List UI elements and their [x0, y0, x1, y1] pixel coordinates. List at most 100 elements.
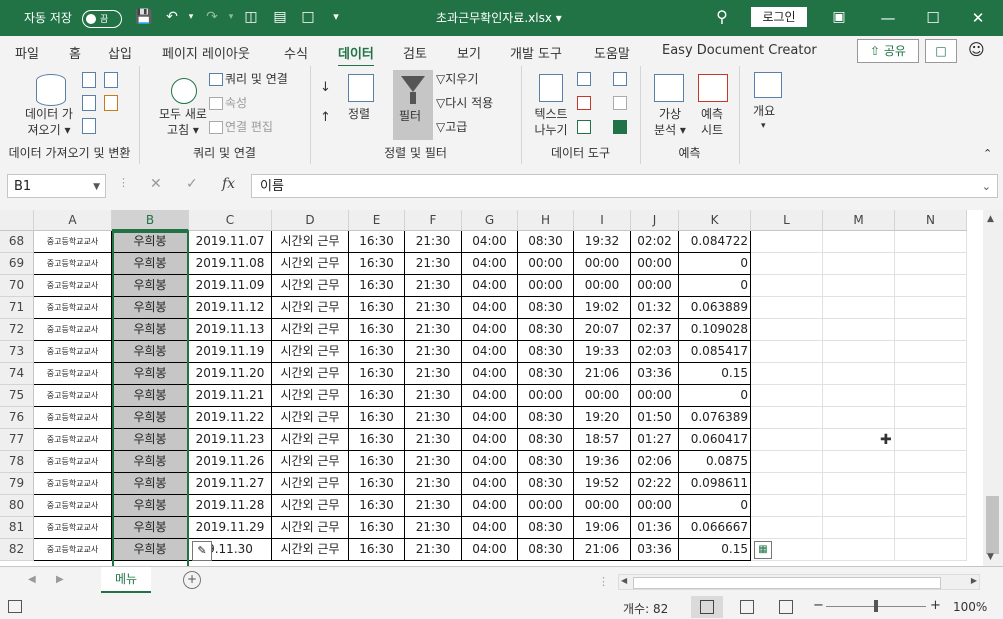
cell-c[interactable]: 2019.11.29	[189, 517, 272, 539]
row-header[interactable]: 69	[0, 253, 34, 275]
maximize-icon[interactable]: ☐	[913, 4, 953, 32]
cell-d[interactable]: 시간외 근무	[272, 539, 349, 561]
cell-e[interactable]: 16:30	[349, 253, 405, 275]
cell-i[interactable]: 00:00	[574, 385, 631, 407]
cell-b[interactable]: 우희봉	[112, 363, 189, 385]
cell-g[interactable]: 04:00	[462, 539, 518, 561]
customize-quick-access-icon[interactable]: ▾	[327, 8, 345, 26]
cell-j[interactable]: 01:32	[631, 297, 679, 319]
cell-d[interactable]: 시간외 근무	[272, 253, 349, 275]
cell-d[interactable]: 시간외 근무	[272, 363, 349, 385]
cell-c[interactable]: 2019.11.26	[189, 451, 272, 473]
insert-function-icon[interactable]: fx	[222, 176, 235, 192]
column-header-l[interactable]: L	[751, 210, 823, 231]
cell-j[interactable]: 03:36	[631, 539, 679, 561]
empty-cell[interactable]	[895, 363, 967, 385]
cell-b[interactable]: 우희봉	[112, 451, 189, 473]
cell-c[interactable]: 2019.11.09	[189, 275, 272, 297]
from-web-icon[interactable]	[104, 72, 118, 88]
quick-analysis-icon[interactable]: ▦	[754, 541, 772, 559]
tab-easy-document-creator[interactable]: Easy Document Creator	[662, 43, 817, 58]
cell-c[interactable]: 2019.11.23	[189, 429, 272, 451]
cell-e[interactable]: 16:30	[349, 319, 405, 341]
cell-i[interactable]: 19:32	[574, 231, 631, 253]
empty-cell[interactable]	[823, 363, 895, 385]
cell-h[interactable]: 00:00	[518, 253, 574, 275]
cell-g[interactable]: 04:00	[462, 385, 518, 407]
get-data-button[interactable]: 데이터 가 져오기 ▾	[14, 106, 84, 138]
feedback-smiley-icon[interactable]: ☺	[968, 40, 985, 59]
sort-descending-icon[interactable]: ↑	[320, 110, 331, 126]
cell-b[interactable]: 우희봉	[112, 385, 189, 407]
cell-e[interactable]: 16:30	[349, 341, 405, 363]
cell-h[interactable]: 08:30	[518, 517, 574, 539]
empty-cell[interactable]	[751, 275, 823, 297]
empty-cell[interactable]	[751, 253, 823, 275]
reapply-button[interactable]: ▽다시 적용	[436, 95, 493, 111]
zoom-level[interactable]: 100%	[953, 600, 987, 614]
undo-icon[interactable]: ↶	[163, 8, 181, 26]
data-model-icon[interactable]	[613, 120, 627, 134]
empty-cell[interactable]	[895, 495, 967, 517]
collapse-ribbon-icon[interactable]: ⌃	[983, 146, 992, 162]
row-header[interactable]: 75	[0, 385, 34, 407]
queries-connections-button[interactable]: 쿼리 및 연결	[225, 71, 288, 87]
empty-cell[interactable]	[751, 319, 823, 341]
row-header[interactable]: 78	[0, 451, 34, 473]
empty-cell[interactable]	[895, 253, 967, 275]
page-break-view-icon[interactable]	[779, 600, 793, 614]
cell-c[interactable]: 2019.11.28	[189, 495, 272, 517]
cell-g[interactable]: 04:00	[462, 275, 518, 297]
empty-cell[interactable]	[823, 253, 895, 275]
cell-g[interactable]: 04:00	[462, 231, 518, 253]
cell-i[interactable]: 00:00	[574, 275, 631, 297]
autosave-toggle[interactable]: 끔	[82, 10, 122, 28]
cell-i[interactable]: 00:00	[574, 253, 631, 275]
outline-button[interactable]: 개요	[753, 103, 775, 119]
redo-dropdown-icon[interactable]: ▾	[222, 8, 240, 26]
minimize-icon[interactable]: —	[868, 4, 908, 32]
clear-button[interactable]: ▽지우기	[436, 71, 478, 87]
zoom-out-icon[interactable]: −	[813, 598, 824, 613]
row-header[interactable]: 68	[0, 231, 34, 253]
what-if-analysis-button[interactable]: 가상 분석 ▾	[648, 106, 692, 138]
scroll-up-icon[interactable]: ▲	[987, 214, 994, 224]
cell-d[interactable]: 시간외 근무	[272, 495, 349, 517]
column-header-f[interactable]: F	[405, 210, 462, 231]
cell-a[interactable]: 중고등학교교사	[34, 275, 112, 297]
column-header-j[interactable]: J	[631, 210, 679, 231]
cell-c[interactable]: 2019.11.21	[189, 385, 272, 407]
cell-j[interactable]: 02:22	[631, 473, 679, 495]
cell-f[interactable]: 21:30	[405, 341, 462, 363]
empty-cell[interactable]	[823, 451, 895, 473]
cell-h[interactable]: 08:30	[518, 407, 574, 429]
recent-sources-icon[interactable]	[104, 95, 118, 111]
cell-i[interactable]: 19:52	[574, 473, 631, 495]
cell-k[interactable]: 0.076389	[679, 407, 751, 429]
empty-cell[interactable]	[751, 363, 823, 385]
cell-b[interactable]: 우희봉	[112, 495, 189, 517]
cell-b[interactable]: 우희봉	[112, 429, 189, 451]
cell-h[interactable]: 08:30	[518, 429, 574, 451]
column-header-i[interactable]: I	[574, 210, 631, 231]
column-header-m[interactable]: M	[823, 210, 895, 231]
column-header-d[interactable]: D	[272, 210, 349, 231]
cell-g[interactable]: 04:00	[462, 297, 518, 319]
column-header-h[interactable]: H	[518, 210, 574, 231]
flash-fill-icon[interactable]	[577, 72, 591, 86]
cell-f[interactable]: 21:30	[405, 451, 462, 473]
sort-ascending-icon[interactable]: ↓	[320, 80, 331, 96]
row-header[interactable]: 81	[0, 517, 34, 539]
cell-b[interactable]: 우희봉	[112, 517, 189, 539]
login-button[interactable]: 로그인	[751, 7, 807, 27]
cell-i[interactable]: 00:00	[574, 495, 631, 517]
cell-i[interactable]: 19:33	[574, 341, 631, 363]
cell-k[interactable]: 0.0875	[679, 451, 751, 473]
cell-c[interactable]: 2019.11.27	[189, 473, 272, 495]
new-sheet-icon[interactable]: ◫	[242, 8, 260, 26]
cell-j[interactable]: 00:00	[631, 275, 679, 297]
row-header[interactable]: 74	[0, 363, 34, 385]
cancel-icon[interactable]: ✕	[150, 176, 162, 192]
cell-a[interactable]: 중고등학교교사	[34, 297, 112, 319]
tab-home[interactable]: 홈	[69, 43, 81, 62]
